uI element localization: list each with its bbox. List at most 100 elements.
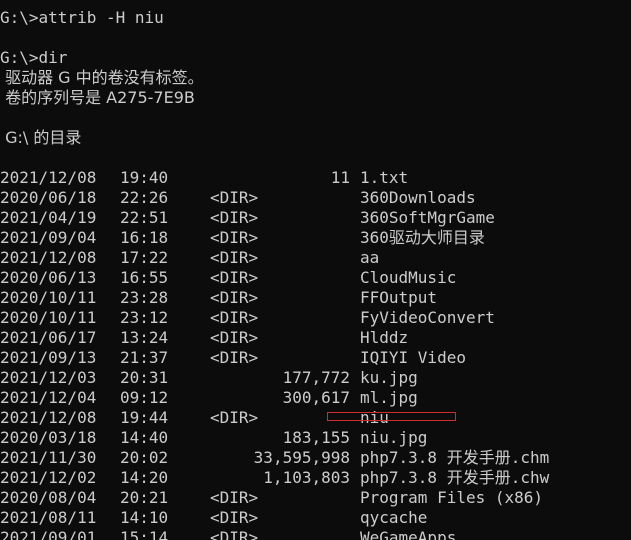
- entry-time: 19:44: [120, 408, 169, 427]
- volume-label-line: 驱动器 G 中的卷没有标签。: [0, 68, 204, 87]
- entry-name: IQIYI Video: [360, 348, 466, 367]
- entry-time: 17:22: [120, 248, 169, 267]
- listing-row: 2021/08/11 14:10 <DIR> qycache: [0, 508, 631, 528]
- entry-dir-marker: <DIR>: [210, 508, 259, 527]
- entry-name: 360SoftMgrGame: [360, 208, 495, 227]
- entry-date: 2020/06/13: [0, 268, 97, 287]
- entry-size: 33,595,998: [253, 448, 350, 467]
- listing-row: 2020/10/11 23:28 <DIR> FFOutput: [0, 288, 631, 308]
- listing-row: 2021/12/02 14:20 1,103,803 php7.3.8 开发手册.ch…: [0, 468, 631, 488]
- listing-row: 2021/09/13 21:37 <DIR> IQIYI Video: [0, 348, 631, 368]
- entry-date: 2020/06/18: [0, 188, 97, 207]
- entry-date: 2021/09/01: [0, 528, 97, 540]
- listing-row: 2020/08/04 20:21 <DIR> Program Files (x86): [0, 488, 631, 508]
- volume-serial-line: 卷的序列号是 A275-7E9B: [0, 88, 195, 107]
- listing-row: 2021/12/08 19:40 11 1.txt: [0, 168, 631, 188]
- entry-time: 15:14: [120, 528, 169, 540]
- entry-time: 23:28: [120, 288, 169, 307]
- entry-time: 22:26: [120, 188, 169, 207]
- entry-date: 2021/06/17: [0, 328, 97, 347]
- entry-name: WeGameApps: [360, 528, 457, 540]
- listing-row: 2020/06/13 16:55 <DIR> CloudMusic: [0, 268, 631, 288]
- entry-dir-marker: <DIR>: [210, 408, 259, 427]
- entry-name: php7.3.8 开发手册.chw: [360, 468, 550, 487]
- entry-time: 21:37: [120, 348, 169, 367]
- entry-time: 14:20: [120, 468, 169, 487]
- entry-name: FyVideoConvert: [360, 308, 495, 327]
- cmd-terminal-window[interactable]: G:\>attrib -H niu G:\>dir 驱动器 G 中的卷没有标签。…: [0, 0, 631, 540]
- entry-time: 20:31: [120, 368, 169, 387]
- entry-dir-marker: <DIR>: [210, 188, 259, 207]
- entry-time: 20:02: [120, 448, 169, 467]
- command-line-dir: G:\>dir: [0, 48, 68, 67]
- listing-row: 2021/06/17 13:24 <DIR> Hlddz: [0, 328, 631, 348]
- entry-name: FFOutput: [360, 288, 438, 307]
- entry-date: 2021/12/08: [0, 168, 97, 187]
- entry-time: 14:40: [120, 428, 169, 447]
- entry-date: 2021/12/02: [0, 468, 97, 487]
- entry-name: CloudMusic: [360, 268, 457, 287]
- entry-size: 1,103,803: [263, 468, 350, 487]
- listing-row: 2021/11/30 20:02 33,595,998 php7.3.8 开发手册.c…: [0, 448, 631, 468]
- entry-size: 177,772: [282, 368, 350, 387]
- entry-name: 360Downloads: [360, 188, 476, 207]
- entry-time: 20:21: [120, 488, 169, 507]
- entry-time: 19:40: [120, 168, 169, 187]
- entry-time: 16:18: [120, 228, 169, 247]
- entry-name: 1.txt: [360, 168, 409, 187]
- entry-date: 2021/08/11: [0, 508, 97, 527]
- listing-row: 2020/10/11 23:12 <DIR> FyVideoConvert: [0, 308, 631, 328]
- entry-name: 360驱动大师目录: [360, 228, 485, 247]
- listing-row: 2020/03/18 14:40 183,155 niu.jpg: [0, 428, 631, 448]
- entry-date: 2020/10/11: [0, 308, 97, 327]
- entry-date: 2021/11/30: [0, 448, 97, 467]
- entry-time: 22:51: [120, 208, 169, 227]
- entry-dir-marker: <DIR>: [210, 328, 259, 347]
- entry-time: 13:24: [120, 328, 169, 347]
- entry-date: 2021/09/13: [0, 348, 97, 367]
- highlight-box: [327, 412, 456, 421]
- entry-name: ku.jpg: [360, 368, 418, 387]
- command-line-attrib: G:\>attrib -H niu: [0, 8, 164, 27]
- listing-row: 2021/09/04 16:18 <DIR> 360驱动大师目录: [0, 228, 631, 248]
- entry-dir-marker: <DIR>: [210, 208, 259, 227]
- entry-dir-marker: <DIR>: [210, 248, 259, 267]
- entry-name: Program Files (x86): [360, 488, 544, 507]
- directory-of-line: G:\ 的目录: [0, 128, 82, 147]
- entry-dir-marker: <DIR>: [210, 528, 259, 540]
- entry-date: 2020/10/11: [0, 288, 97, 307]
- entry-size: 183,155: [282, 428, 350, 447]
- entry-name: Hlddz: [360, 328, 409, 347]
- listing-row: 2021/12/03 20:31 177,772 ku.jpg: [0, 368, 631, 388]
- entry-date: 2020/03/18: [0, 428, 97, 447]
- listing-row: 2020/06/18 22:26 <DIR> 360Downloads: [0, 188, 631, 208]
- entry-time: 14:10: [120, 508, 169, 527]
- entry-date: 2020/08/04: [0, 488, 97, 507]
- entry-name: aa: [360, 248, 380, 267]
- entry-time: 16:55: [120, 268, 169, 287]
- entry-date: 2021/04/19: [0, 208, 97, 227]
- entry-name: php7.3.8 开发手册.chm: [360, 448, 550, 467]
- entry-date: 2021/12/08: [0, 248, 97, 267]
- entry-date: 2021/12/04: [0, 388, 97, 407]
- listing-row: 2021/12/08 19:44 <DIR> niu: [0, 408, 631, 428]
- entry-dir-marker: <DIR>: [210, 268, 259, 287]
- entry-date: 2021/09/04: [0, 228, 97, 247]
- entry-name: niu.jpg: [360, 428, 428, 447]
- entry-size: 300,617: [282, 388, 350, 407]
- entry-dir-marker: <DIR>: [210, 228, 259, 247]
- entry-dir-marker: <DIR>: [210, 288, 259, 307]
- entry-name: qycache: [360, 508, 428, 527]
- listing-row: 2021/12/04 09:12 300,617 ml.jpg: [0, 388, 631, 408]
- listing-row: 2021/04/19 22:51 <DIR> 360SoftMgrGame: [0, 208, 631, 228]
- entry-time: 23:12: [120, 308, 169, 327]
- entry-time: 09:12: [120, 388, 169, 407]
- entry-dir-marker: <DIR>: [210, 348, 259, 367]
- entry-dir-marker: <DIR>: [210, 308, 259, 327]
- entry-dir-marker: <DIR>: [210, 488, 259, 507]
- entry-date: 2021/12/08: [0, 408, 97, 427]
- entry-date: 2021/12/03: [0, 368, 97, 387]
- entry-name: ml.jpg: [360, 388, 418, 407]
- entry-size: 11: [330, 168, 350, 187]
- listing-row: 2021/12/08 17:22 <DIR> aa: [0, 248, 631, 268]
